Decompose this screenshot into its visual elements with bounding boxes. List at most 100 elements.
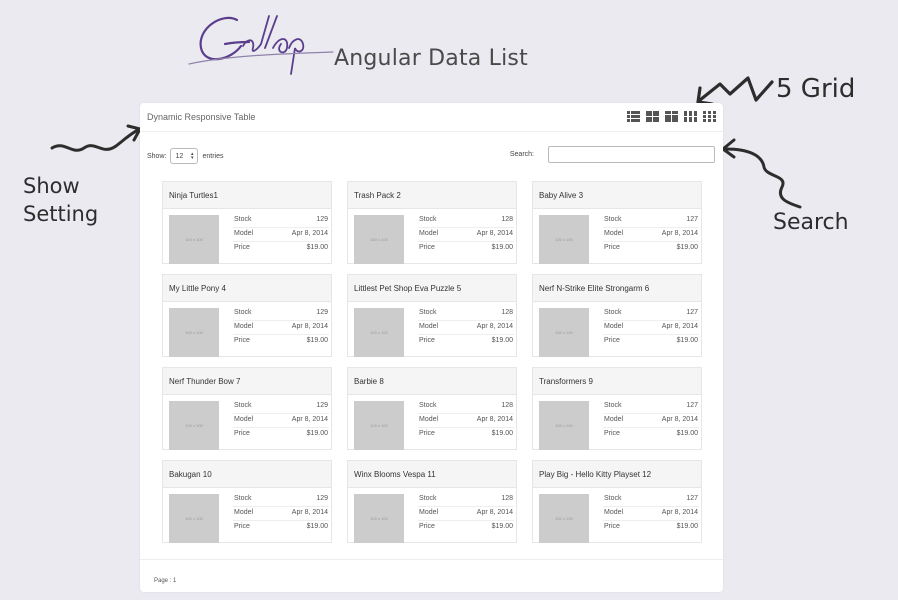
product-card[interactable]: Nerf N-Strike Elite Strongarm 6 100 x 10… bbox=[532, 274, 702, 357]
product-card[interactable]: Ninja Turtles1 100 x 100 Stock 129 Model A… bbox=[162, 181, 332, 264]
stock-value: 129 bbox=[316, 402, 328, 409]
product-thumbnail: 100 x 100 bbox=[354, 494, 404, 543]
price-value: $19.00 bbox=[676, 244, 698, 251]
stock-value: 127 bbox=[686, 309, 698, 316]
product-title: My Little Pony 4 bbox=[163, 275, 331, 302]
grid-annotation: 5 Grid bbox=[776, 74, 856, 104]
model-value: Apr 8, 2014 bbox=[291, 416, 328, 423]
show-arrow-icon bbox=[50, 124, 142, 152]
product-thumbnail: 100 x 100 bbox=[539, 215, 589, 264]
price-row: Price $19.00 bbox=[233, 428, 329, 441]
price-label: Price bbox=[604, 430, 620, 437]
panel-header: Dynamic Responsive Table bbox=[140, 103, 723, 132]
product-title: Trash Pack 2 bbox=[348, 182, 516, 209]
search-control: Search: bbox=[510, 146, 715, 163]
price-row: Price $19.00 bbox=[603, 428, 699, 441]
product-card[interactable]: Transformers 9 100 x 100 Stock 127 Model A… bbox=[532, 367, 702, 450]
product-card[interactable]: Trash Pack 2 100 x 100 Stock 128 Model Apr… bbox=[347, 181, 517, 264]
price-value: $19.00 bbox=[306, 523, 328, 530]
model-value: Apr 8, 2014 bbox=[661, 230, 698, 237]
stock-value: 128 bbox=[501, 216, 513, 223]
price-value: $19.00 bbox=[491, 430, 513, 437]
price-value: $19.00 bbox=[306, 430, 328, 437]
model-value: Apr 8, 2014 bbox=[476, 509, 513, 516]
price-label: Price bbox=[419, 523, 435, 530]
product-thumbnail: 100 x 100 bbox=[539, 401, 589, 450]
product-card[interactable]: Baby Alive 3 100 x 100 Stock 127 Model Apr… bbox=[532, 181, 702, 264]
stock-label: Stock bbox=[604, 495, 622, 502]
page-indicator: Page : 1 bbox=[154, 578, 177, 584]
model-value: Apr 8, 2014 bbox=[661, 509, 698, 516]
product-title: Littlest Pet Shop Eva Puzzle 5 bbox=[348, 275, 516, 302]
model-value: Apr 8, 2014 bbox=[291, 509, 328, 516]
show-setting-annotation: Show Setting bbox=[23, 172, 98, 228]
stock-value: 127 bbox=[686, 495, 698, 502]
show-entries-control: Show: 12 ▴ ▾ entries bbox=[147, 148, 223, 164]
price-label: Price bbox=[419, 430, 435, 437]
model-label: Model bbox=[419, 323, 439, 330]
product-properties: Stock 129 Model Apr 8, 2014 Price $19.00 bbox=[233, 493, 329, 534]
price-row: Price $19.00 bbox=[418, 242, 514, 255]
product-card[interactable]: Barbie 8 100 x 100 Stock 128 Model Apr 8, … bbox=[347, 367, 517, 450]
product-card[interactable]: My Little Pony 4 100 x 100 Stock 129 Mode… bbox=[162, 274, 332, 357]
price-label: Price bbox=[604, 244, 620, 251]
stock-label: Stock bbox=[234, 216, 252, 223]
product-card[interactable]: Bakugan 10 100 x 100 Stock 129 Model Apr 8… bbox=[162, 460, 332, 543]
product-properties: Stock 129 Model Apr 8, 2014 Price $19.00 bbox=[233, 307, 329, 348]
product-card[interactable]: Nerf Thunder Bow 7 100 x 100 Stock 129 Mo… bbox=[162, 367, 332, 450]
product-thumbnail: 100 x 100 bbox=[169, 215, 219, 264]
stock-label: Stock bbox=[604, 216, 622, 223]
stock-row: Stock 127 bbox=[603, 493, 699, 507]
stock-value: 127 bbox=[686, 402, 698, 409]
product-card[interactable]: Winx Blooms Vespa 11 100 x 100 Stock 128 … bbox=[347, 460, 517, 543]
stock-value: 127 bbox=[686, 216, 698, 223]
model-row: Model Apr 8, 2014 bbox=[603, 414, 699, 428]
model-value: Apr 8, 2014 bbox=[476, 230, 513, 237]
stock-row: Stock 129 bbox=[233, 493, 329, 507]
product-properties: Stock 128 Model Apr 8, 2014 Price $19.00 bbox=[418, 493, 514, 534]
model-row: Model Apr 8, 2014 bbox=[233, 414, 329, 428]
grid-2-icon[interactable] bbox=[646, 111, 659, 122]
product-properties: Stock 128 Model Apr 8, 2014 Price $19.00 bbox=[418, 400, 514, 441]
product-properties: Stock 127 Model Apr 8, 2014 Price $19.00 bbox=[603, 400, 699, 441]
entries-label: entries bbox=[202, 152, 224, 160]
product-thumbnail: 100 x 100 bbox=[539, 308, 589, 357]
stock-label: Stock bbox=[419, 495, 437, 502]
grid-5-icon[interactable] bbox=[703, 111, 716, 122]
stock-row: Stock 128 bbox=[418, 214, 514, 228]
price-row: Price $19.00 bbox=[418, 428, 514, 441]
price-value: $19.00 bbox=[306, 244, 328, 251]
stock-label: Stock bbox=[234, 309, 252, 316]
stock-label: Stock bbox=[234, 495, 252, 502]
model-row: Model Apr 8, 2014 bbox=[233, 228, 329, 242]
price-row: Price $19.00 bbox=[233, 335, 329, 348]
price-row: Price $19.00 bbox=[603, 242, 699, 255]
model-row: Model Apr 8, 2014 bbox=[418, 321, 514, 335]
model-value: Apr 8, 2014 bbox=[291, 230, 328, 237]
stock-label: Stock bbox=[419, 309, 437, 316]
model-row: Model Apr 8, 2014 bbox=[603, 507, 699, 521]
price-label: Price bbox=[234, 244, 250, 251]
stock-label: Stock bbox=[419, 402, 437, 409]
grid-3-icon[interactable] bbox=[665, 111, 678, 122]
entries-select[interactable]: 12 ▴ ▾ bbox=[170, 148, 199, 164]
product-thumbnail: 100 x 100 bbox=[354, 308, 404, 357]
product-card[interactable]: Play Big - Hello Kitty Playset 12 100 x … bbox=[532, 460, 702, 543]
model-row: Model Apr 8, 2014 bbox=[603, 321, 699, 335]
search-input[interactable] bbox=[548, 146, 715, 163]
product-properties: Stock 127 Model Apr 8, 2014 Price $19.00 bbox=[603, 493, 699, 534]
model-value: Apr 8, 2014 bbox=[661, 416, 698, 423]
stock-row: Stock 127 bbox=[603, 307, 699, 321]
stock-value: 129 bbox=[316, 495, 328, 502]
product-thumbnail: 100 x 100 bbox=[354, 401, 404, 450]
price-label: Price bbox=[234, 337, 250, 344]
price-row: Price $19.00 bbox=[603, 521, 699, 534]
model-label: Model bbox=[604, 230, 624, 237]
list-view-icon[interactable] bbox=[627, 111, 640, 122]
stock-value: 129 bbox=[316, 309, 328, 316]
price-value: $19.00 bbox=[676, 430, 698, 437]
stock-row: Stock 128 bbox=[418, 493, 514, 507]
product-card[interactable]: Littlest Pet Shop Eva Puzzle 5 100 x 100… bbox=[347, 274, 517, 357]
grid-4-icon[interactable] bbox=[684, 111, 697, 122]
view-toggle-group bbox=[627, 111, 716, 122]
